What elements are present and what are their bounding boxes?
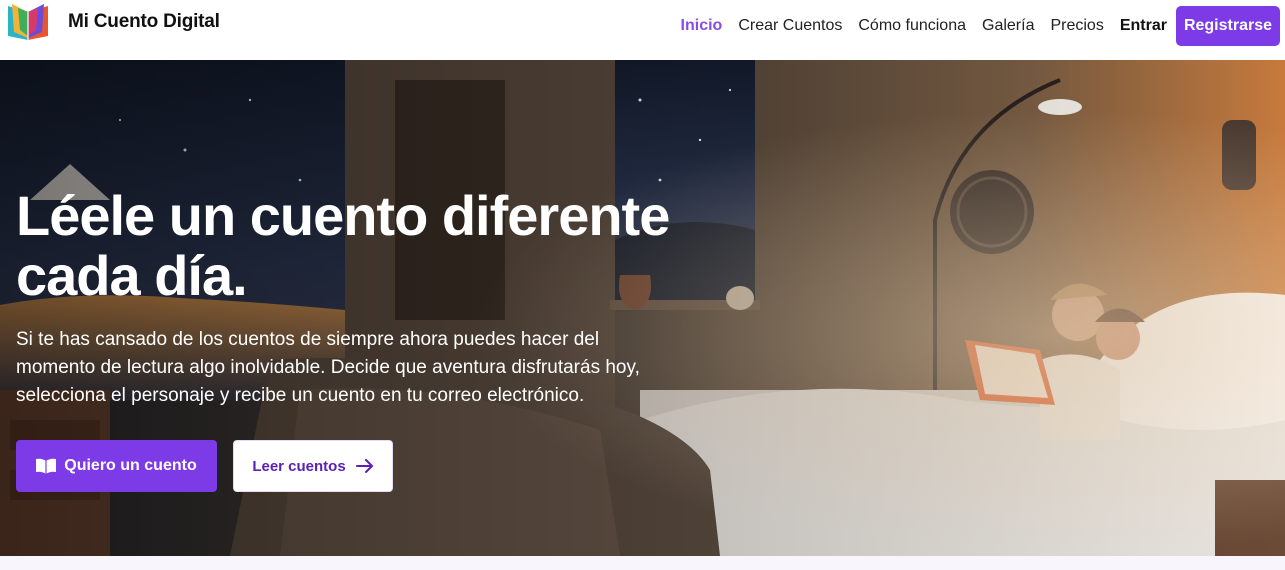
nav-como-funciona[interactable]: Cómo funciona bbox=[858, 17, 966, 35]
next-section-edge bbox=[0, 556, 1285, 570]
leer-cuentos-label: Leer cuentos bbox=[252, 457, 346, 475]
main-nav: Inicio Crear Cuentos Cómo funciona Galer… bbox=[681, 6, 1280, 46]
arrow-right-icon bbox=[355, 459, 373, 473]
leer-cuentos-button[interactable]: Leer cuentos bbox=[233, 440, 393, 492]
hero-content: Léele un cuento diferente cada día. Si t… bbox=[16, 186, 696, 410]
book-logo-icon[interactable] bbox=[4, 2, 52, 42]
nav-galeria[interactable]: Galería bbox=[982, 17, 1034, 35]
hero-section: Léele un cuento diferente cada día. Si t… bbox=[0, 60, 1285, 556]
nav-precios[interactable]: Precios bbox=[1050, 17, 1103, 35]
register-button[interactable]: Registrarse bbox=[1175, 6, 1280, 46]
open-book-icon bbox=[36, 458, 57, 474]
brand-name[interactable]: Mi Cuento Digital bbox=[68, 11, 220, 33]
quiero-un-cuento-label: Quiero un cuento bbox=[64, 457, 197, 474]
login-link[interactable]: Entrar bbox=[1120, 17, 1167, 35]
hero-description: Si te has cansado de los cuentos de siem… bbox=[16, 329, 640, 406]
nav-crear-cuentos[interactable]: Crear Cuentos bbox=[738, 17, 842, 35]
hero-cta-row: Quiero un cuento Leer cuentos bbox=[16, 440, 393, 492]
site-header: Mi Cuento Digital Inicio Crear Cuentos C… bbox=[0, 0, 1285, 60]
quiero-un-cuento-button[interactable]: Quiero un cuento bbox=[16, 440, 217, 492]
hero-title: Léele un cuento diferente cada día. bbox=[16, 184, 670, 307]
nav-inicio[interactable]: Inicio bbox=[681, 17, 723, 35]
